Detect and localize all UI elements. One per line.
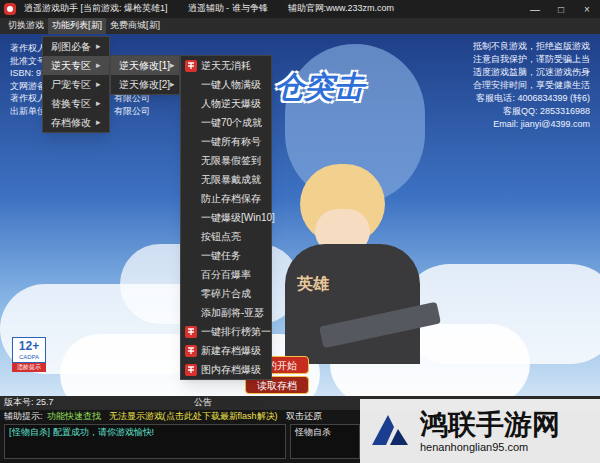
feature-item[interactable]: 一键所有称号	[181, 132, 271, 151]
submenu-arrow-icon: ▸	[170, 78, 175, 92]
game-title: 仓突击	[274, 64, 364, 109]
feature-item[interactable]: 逆天无消耗	[181, 56, 271, 75]
menu-item[interactable]: 替换专区▸	[43, 94, 109, 113]
notice-line: 合理安排时间，享受健康生活	[473, 79, 590, 92]
window-control[interactable]: —	[526, 2, 544, 17]
menu-bar: 切换游戏功能列表[新]免费商城[新]	[0, 18, 600, 34]
submenu: 逆天修改[1]▸逆天修改[2]▸	[110, 55, 180, 95]
feature-menu: 逆天无消耗一键人物满级人物逆天爆级一键70个成就一键所有称号无限暴假签到无限暴戴…	[180, 55, 272, 380]
menu-item[interactable]: 逆天修改[2]▸	[111, 75, 179, 94]
notice-line: 客服QQ: 2853316988	[503, 105, 590, 118]
restore-button[interactable]: 双击还原	[286, 410, 322, 424]
menubar-item[interactable]: 免费商城[新]	[106, 18, 164, 34]
notice-line: 客服电话: 4006834399 (转6)	[476, 92, 590, 105]
feature-item[interactable]: 图内存档爆级	[181, 360, 271, 379]
feature-item[interactable]: 百分百爆率	[181, 265, 271, 284]
window-control[interactable]: ×	[578, 2, 596, 17]
hero-label: 英雄	[297, 272, 329, 296]
window-control[interactable]: □	[552, 2, 570, 17]
feature-item[interactable]: 零碎片合成	[181, 284, 271, 303]
menu-item[interactable]: 逆天专区▸	[43, 56, 109, 75]
feature-badge-icon	[185, 326, 197, 338]
log-box: [怪物自杀] 配置成功，请你游戏愉快!	[4, 424, 286, 459]
hero-body: 英雄	[285, 244, 420, 364]
watermark-name: 鸿联手游网	[420, 409, 560, 441]
feature-box: 怪物自杀	[290, 424, 360, 459]
feature-item[interactable]: 添加副将-亚瑟	[181, 303, 271, 322]
feature-badge-icon	[185, 345, 197, 357]
site-link[interactable]: 辅助官网:www.233zm.com	[288, 2, 395, 16]
notice-line: 注意自我保护，谨防受骗上当	[473, 53, 590, 66]
menubar-item[interactable]: 切换游戏	[4, 18, 48, 34]
feature-item[interactable]: 一键70个成就	[181, 113, 271, 132]
window-title: 逍遥游戏助手 [当前游戏: 爆枪英雄1]	[24, 2, 168, 16]
feature-item[interactable]: 无限暴戴成就	[181, 170, 271, 189]
submenu-arrow-icon: ▸	[170, 59, 175, 73]
feature-item[interactable]: 无限暴假签到	[181, 151, 271, 170]
feature-item[interactable]: 一键排行榜第一	[181, 322, 271, 341]
app-window: 逍遥游戏助手 [当前游戏: 爆枪英雄1] 逍遥辅助 - 谁与争锋 辅助官网:www.…	[0, 0, 600, 463]
title-bar: 逍遥游戏助手 [当前游戏: 爆枪英雄1] 逍遥辅助 - 谁与争锋 辅助官网:www.…	[0, 0, 600, 18]
feature-badge-icon	[185, 364, 197, 376]
quick-find-link[interactable]: 功能快速查找	[47, 410, 101, 424]
menu-item[interactable]: 存档修改▸	[43, 113, 109, 132]
age-badge: 12+CADPA适龄提示	[12, 337, 46, 372]
feature-item[interactable]: 防止存档保存	[181, 189, 271, 208]
feature-badge-icon	[185, 60, 197, 72]
notice-block: 抵制不良游戏，拒绝盗版游戏注意自我保护，谨防受骗上当适度游戏益脑，沉迷游戏伤身合…	[473, 40, 590, 131]
watermark-logo-icon	[368, 409, 412, 453]
menu-item[interactable]: 逆天修改[1]▸	[111, 56, 179, 75]
feature-item[interactable]: 一键爆级[Win10]	[181, 208, 271, 227]
feature-item[interactable]: 一键任务	[181, 246, 271, 265]
notice-header: 公告	[194, 396, 212, 410]
notice-line: 适度游戏益脑，沉迷游戏伤身	[473, 66, 590, 79]
submenu-arrow-icon: ▸	[96, 59, 101, 73]
notice-line: 抵制不良游戏，拒绝盗版游戏	[473, 40, 590, 53]
submenu-arrow-icon: ▸	[96, 97, 101, 111]
menu-item[interactable]: 尸宠专区▸	[43, 75, 109, 94]
menubar-item[interactable]: 功能列表[新]	[48, 18, 106, 34]
notice-line: Email: jianyi@4399.com	[493, 118, 590, 131]
hint-label: 辅助提示:	[4, 410, 43, 424]
menu-item[interactable]: 刷图必备▸	[43, 37, 109, 56]
version-label: 版本号: 25.7	[4, 396, 194, 410]
feature-item[interactable]: 一键人物满级	[181, 75, 271, 94]
dropdown-menu: 刷图必备▸逆天专区▸尸宠专区▸替换专区▸存档修改▸	[42, 36, 110, 133]
flash-hint-link[interactable]: 无法显示游戏(点击此处下载最新flash解决)	[109, 410, 278, 424]
feature-item[interactable]: 人物逆天爆级	[181, 94, 271, 113]
slogan: 逍遥辅助 - 谁与争锋	[188, 2, 268, 16]
watermark: 鸿联手游网henanhonglian95.com	[360, 399, 600, 463]
app-logo-icon	[4, 3, 16, 15]
feature-item[interactable]: 按钮点亮	[181, 227, 271, 246]
watermark-url: henanhonglian95.com	[420, 441, 560, 454]
submenu-arrow-icon: ▸	[96, 116, 101, 130]
submenu-arrow-icon: ▸	[96, 40, 101, 54]
submenu-arrow-icon: ▸	[96, 78, 101, 92]
feature-item[interactable]: 新建存档爆级	[181, 341, 271, 360]
